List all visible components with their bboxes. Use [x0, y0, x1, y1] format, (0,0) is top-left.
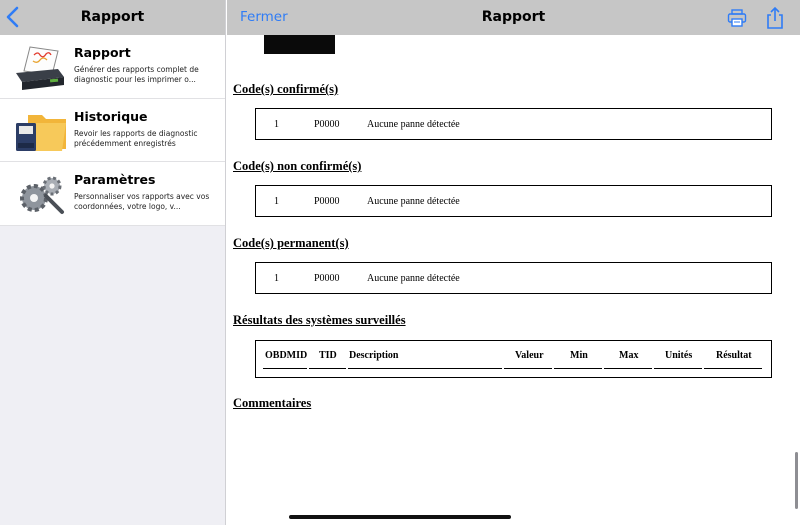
permanent-codes-table: 1 P0000 Aucune panne détectée: [255, 262, 772, 294]
confirmed-codes-title: Code(s) confirmé(s): [233, 82, 339, 96]
printer-report-icon: [16, 46, 64, 90]
column-divider: [654, 368, 702, 369]
column-header-unites: Unités: [665, 350, 693, 361]
report-panel: Fermer Rapport Code(s) confirmé(s) 1 P00…: [227, 0, 800, 525]
sidebar-nav-bar: Rapport: [0, 0, 225, 35]
monitor-results-title: Résultats des systèmes surveillés: [233, 313, 406, 327]
sidebar-item-title: Rapport: [74, 45, 131, 60]
code-description: Aucune panne détectée: [367, 273, 460, 284]
code-description: Aucune panne détectée: [367, 119, 460, 130]
sidebar-menu: Rapport Générer des rapports complet de …: [0, 35, 225, 226]
column-divider: [604, 368, 652, 369]
code-description: Aucune panne détectée: [367, 196, 460, 207]
sidebar-item-description: Générer des rapports complet de diagnost…: [74, 65, 199, 84]
code-index: 1: [274, 196, 279, 207]
vertical-scrollbar[interactable]: [795, 452, 798, 509]
column-header-description: Description: [349, 350, 399, 361]
sidebar: Rapport Rapport Générer des rapports com…: [0, 0, 226, 525]
monitor-results-table: OBDMID TID Description Valeur Min Max Un…: [255, 340, 772, 378]
sidebar-title: Rapport: [80, 9, 145, 25]
permanent-codes-title: Code(s) permanent(s): [233, 236, 349, 250]
column-header-resultat: Résultat: [716, 350, 752, 361]
sidebar-item-title: Historique: [74, 108, 148, 124]
confirmed-codes-table: 1 P0000 Aucune panne détectée: [255, 108, 772, 140]
code-value: P0000: [314, 273, 340, 284]
column-header-obdmid: OBDMID: [265, 350, 308, 361]
unconfirmed-codes-title: Code(s) non confirmé(s): [233, 159, 362, 173]
column-divider: [704, 368, 762, 369]
main-nav-bar: Fermer Rapport: [227, 0, 800, 35]
column-divider: [309, 368, 346, 369]
sidebar-item-rapport[interactable]: Rapport Générer des rapports complet de …: [0, 35, 225, 99]
column-divider: [554, 368, 602, 369]
report-logo: [264, 35, 335, 54]
code-index: 1: [274, 119, 279, 130]
code-value: P0000: [314, 196, 340, 207]
comments-title: Commentaires: [233, 396, 312, 410]
column-header-min: Min: [570, 350, 588, 361]
folder-sdcard-icon: [16, 114, 66, 151]
share-icon[interactable]: [765, 6, 785, 30]
unconfirmed-codes-table: 1 P0000 Aucune panne détectée: [255, 185, 772, 217]
column-header-valeur: Valeur: [515, 350, 544, 361]
column-divider: [263, 368, 307, 369]
sidebar-item-title: Paramètres: [74, 172, 156, 187]
code-value: P0000: [314, 119, 340, 130]
code-index: 1: [274, 273, 279, 284]
column-divider: [348, 368, 502, 369]
sidebar-item-historique[interactable]: Historique Revoir les rapports de diagno…: [0, 99, 225, 162]
sidebar-item-description: Personnaliser vos rapports avec vos coor…: [74, 192, 210, 211]
column-header-max: Max: [619, 350, 639, 361]
column-header-tid: TID: [319, 350, 337, 361]
column-divider: [504, 368, 552, 369]
sidebar-item-parametres[interactable]: Paramètres Personnaliser vos rapports av…: [0, 162, 225, 226]
printer-icon[interactable]: [727, 9, 747, 27]
page-title: Rapport: [481, 9, 546, 25]
sidebar-item-description: Revoir les rapports de diagnostic précéd…: [74, 128, 198, 148]
home-indicator[interactable]: [289, 515, 511, 519]
gears-icon: [20, 176, 64, 214]
